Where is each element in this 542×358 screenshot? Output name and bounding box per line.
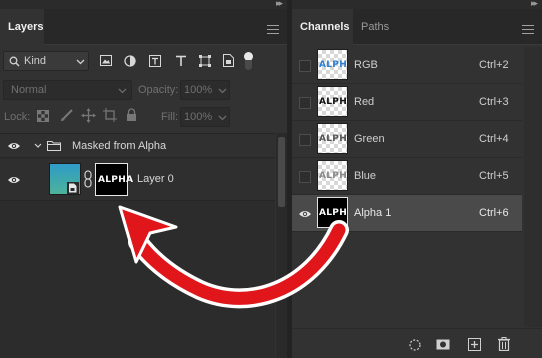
channel-thumbnail: ALPHA bbox=[317, 49, 348, 80]
eye-icon[interactable] bbox=[7, 175, 21, 185]
channel-row-alpha-1[interactable]: ALPHA Alpha 1 Ctrl+6 bbox=[292, 195, 522, 232]
layers-tab-bar: Layers bbox=[0, 9, 287, 45]
channel-thumbnail: ALPHA bbox=[317, 197, 348, 228]
tab-layers[interactable]: Layers bbox=[0, 9, 44, 45]
layer-row[interactable]: ALPHA Layer 0 bbox=[0, 159, 275, 201]
chain-link-icon[interactable] bbox=[84, 170, 92, 188]
lock-image-pixels-icon[interactable] bbox=[60, 109, 73, 122]
group-name[interactable]: Masked from Alpha bbox=[72, 140, 166, 152]
mask-text: ALPHA bbox=[98, 175, 134, 185]
chevron-down-icon bbox=[76, 59, 85, 65]
layers-panel: ▸▸ Layers Kind Normal Opacity: 100% Lock… bbox=[0, 0, 287, 358]
smart-object-filter-icon[interactable] bbox=[223, 54, 234, 67]
opacity-label: Opacity: bbox=[138, 84, 179, 96]
search-icon bbox=[9, 56, 20, 67]
channel-row-red[interactable]: ALPHA Red Ctrl+3 bbox=[292, 84, 522, 121]
channels-panel-menu-icon[interactable] bbox=[522, 25, 534, 37]
adjustment-layer-filter-icon[interactable] bbox=[124, 55, 136, 67]
layer-mask-thumbnail[interactable]: ALPHA bbox=[95, 163, 133, 196]
channel-thumbnail: ALPHA bbox=[317, 123, 348, 154]
eye-icon[interactable] bbox=[298, 209, 312, 219]
channels-panel: ▸▸ Channels Paths ALPHA RGB Ctrl+2 ALPHA… bbox=[292, 0, 542, 358]
lock-label: Lock: bbox=[4, 111, 31, 123]
visibility-toggle[interactable] bbox=[299, 97, 311, 109]
visibility-toggle[interactable] bbox=[299, 171, 311, 183]
channel-name: RGB bbox=[354, 59, 378, 71]
chevron-down-icon bbox=[118, 88, 127, 94]
collapse-panel-icon[interactable]: ▸▸ bbox=[531, 0, 538, 9]
channel-name: Green bbox=[354, 133, 385, 145]
load-selection-icon[interactable] bbox=[409, 339, 421, 351]
chevron-down-icon[interactable] bbox=[34, 143, 42, 149]
channel-shortcut: Ctrl+2 bbox=[479, 59, 509, 71]
panel-top-strip: ▸▸ bbox=[0, 0, 287, 9]
panel-top-strip: ▸▸ bbox=[292, 0, 542, 9]
channel-name: Blue bbox=[354, 170, 377, 182]
layer-group-row[interactable]: Masked from Alpha bbox=[0, 134, 275, 158]
layer-name[interactable]: Layer 0 bbox=[137, 173, 174, 185]
filter-toggle[interactable] bbox=[244, 52, 253, 70]
shape-layer-filter-icon[interactable] bbox=[199, 55, 211, 67]
channel-row-green[interactable]: ALPHA Green Ctrl+4 bbox=[292, 121, 522, 158]
opacity-field[interactable]: 100% bbox=[180, 80, 230, 100]
channel-row-blue[interactable]: ALPHA Blue Ctrl+5 bbox=[292, 158, 522, 195]
text-filter-icon[interactable] bbox=[175, 55, 187, 67]
pixel-layer-filter-icon[interactable] bbox=[100, 55, 112, 66]
trash-icon[interactable] bbox=[498, 337, 510, 351]
channels-scrollbar[interactable] bbox=[524, 47, 542, 327]
fill-label: Fill: bbox=[161, 111, 179, 123]
visibility-toggle[interactable] bbox=[299, 60, 311, 72]
collapse-panel-icon[interactable]: ▸▸ bbox=[276, 0, 283, 9]
blend-mode-value: Normal bbox=[11, 84, 47, 96]
filter-kind-label: Kind bbox=[24, 55, 47, 67]
layers-panel-menu-icon[interactable] bbox=[267, 25, 279, 37]
eye-icon[interactable] bbox=[7, 141, 21, 151]
channel-shortcut: Ctrl+4 bbox=[479, 133, 509, 145]
smart-object-badge-icon bbox=[67, 182, 79, 194]
folder-icon bbox=[47, 141, 61, 151]
channel-thumbnail: ALPHA bbox=[317, 86, 348, 117]
channels-bottom-toolbar bbox=[292, 328, 542, 358]
new-channel-icon[interactable] bbox=[468, 338, 481, 351]
fill-field[interactable]: 100% bbox=[180, 107, 230, 127]
lock-all-icon[interactable] bbox=[126, 108, 137, 122]
layers-list: Masked from Alpha ALPHA Layer 0 bbox=[0, 133, 275, 358]
visibility-toggle[interactable] bbox=[299, 134, 311, 146]
channel-thumbnail: ALPHA bbox=[317, 160, 348, 191]
tab-channels[interactable]: Channels bbox=[292, 9, 353, 45]
channel-shortcut: Ctrl+3 bbox=[479, 96, 509, 108]
layer-thumbnail[interactable] bbox=[49, 163, 81, 195]
lock-position-icon[interactable] bbox=[81, 108, 96, 123]
type-layer-filter-icon[interactable] bbox=[149, 55, 161, 67]
chevron-down-icon bbox=[218, 88, 227, 94]
lock-transparent-pixels-icon[interactable] bbox=[37, 110, 49, 122]
filter-kind-select[interactable]: Kind bbox=[3, 51, 89, 71]
channel-name: Alpha 1 bbox=[354, 207, 392, 219]
layers-scrollbar[interactable] bbox=[276, 133, 287, 358]
lock-artboard-icon[interactable] bbox=[103, 108, 117, 122]
save-selection-as-channel-icon[interactable] bbox=[436, 339, 450, 350]
channel-row-rgb[interactable]: ALPHA RGB Ctrl+2 bbox=[292, 47, 522, 84]
chevron-down-icon bbox=[218, 115, 227, 121]
tab-paths[interactable]: Paths bbox=[353, 9, 395, 45]
channel-name: Red bbox=[354, 96, 375, 108]
channel-shortcut: Ctrl+6 bbox=[479, 207, 509, 219]
channel-shortcut: Ctrl+5 bbox=[479, 170, 509, 182]
channels-tab-bar: Channels Paths bbox=[292, 9, 542, 45]
channels-list: ALPHA RGB Ctrl+2 ALPHA Red Ctrl+3 ALPHA … bbox=[292, 47, 524, 327]
blend-mode-select[interactable]: Normal bbox=[3, 80, 132, 100]
